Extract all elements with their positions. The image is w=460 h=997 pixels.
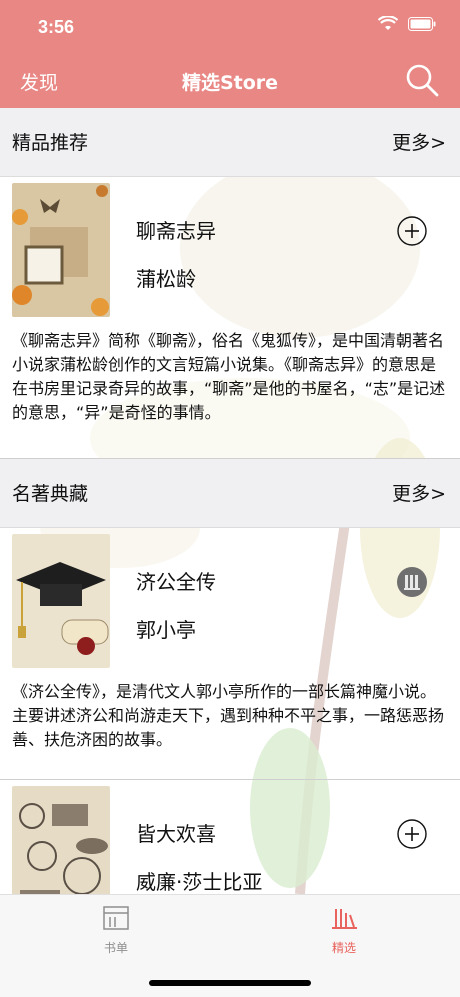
in-library-library-icon[interactable] xyxy=(396,566,428,598)
book-description: 《聊斋志异》简称《聊斋》，俗名《鬼狐传》，是中国清朝著名小说家蒲松龄创作的文言短… xyxy=(12,331,446,422)
status-icons xyxy=(378,16,436,32)
home-indicator xyxy=(149,980,311,986)
add-book-plus-circle-icon[interactable] xyxy=(396,818,428,850)
book-list-icon xyxy=(103,906,129,930)
wifi-icon xyxy=(378,16,398,30)
status-bar: 3:56 xyxy=(0,0,460,56)
book-title: 济公全传 xyxy=(136,570,216,594)
book-author: 郭小亭 xyxy=(136,618,196,642)
content-list[interactable]: 精品推荐 更多> 聊斋志异 蒲松龄 《聊斋志异》简称《聊斋》，俗名《鬼狐传》，是… xyxy=(0,108,460,894)
book-author: 威廉·莎士比亚 xyxy=(136,870,263,894)
tab-label: 精选 xyxy=(331,941,356,955)
section-title: 名著典藏 xyxy=(12,483,89,505)
book-author: 蒲松龄 xyxy=(136,267,196,291)
book-description: 《济公全传》，是清代文人郭小亭所作的一部长篇神魔小说。主要讲述济公和尚游走天下，… xyxy=(12,682,445,749)
more-button[interactable]: 更多> xyxy=(392,128,446,155)
book-card[interactable]: 聊斋志异 蒲松龄 《聊斋志异》简称《聊斋》，俗名《鬼狐传》，是中国清朝著名小说家… xyxy=(0,177,460,459)
book-card[interactable]: 济公全传 郭小亭 《济公全传》，是清代文人郭小亭所作的一部长篇神魔小说。主要讲述… xyxy=(0,528,460,780)
page-title: 精选Store xyxy=(181,72,279,94)
navigation-bar: 发现 精选Store xyxy=(0,56,460,108)
add-book-plus-circle-icon[interactable] xyxy=(396,215,428,247)
more-button[interactable]: 更多> xyxy=(392,479,446,506)
status-time: 3:56 xyxy=(38,17,75,37)
section-title: 精品推荐 xyxy=(12,132,89,154)
tab-label: 书单 xyxy=(103,941,128,955)
book-cover xyxy=(12,183,110,317)
book-cover xyxy=(12,534,110,668)
book-title: 皆大欢喜 xyxy=(136,822,216,846)
book-title: 聊斋志异 xyxy=(136,219,216,243)
section-header-featured: 精品推荐 更多> xyxy=(0,108,460,177)
book-cover xyxy=(12,786,110,894)
bookshelf-icon xyxy=(332,909,357,929)
search-icon[interactable] xyxy=(404,62,440,98)
tab-booklist[interactable]: 书单 xyxy=(56,905,176,956)
book-card[interactable]: 皆大欢喜 威廉·莎士比亚 xyxy=(0,780,460,894)
section-header-classics: 名著典藏 更多> xyxy=(0,459,460,528)
tab-featured[interactable]: 精选 xyxy=(284,905,404,956)
battery-icon xyxy=(408,17,436,31)
